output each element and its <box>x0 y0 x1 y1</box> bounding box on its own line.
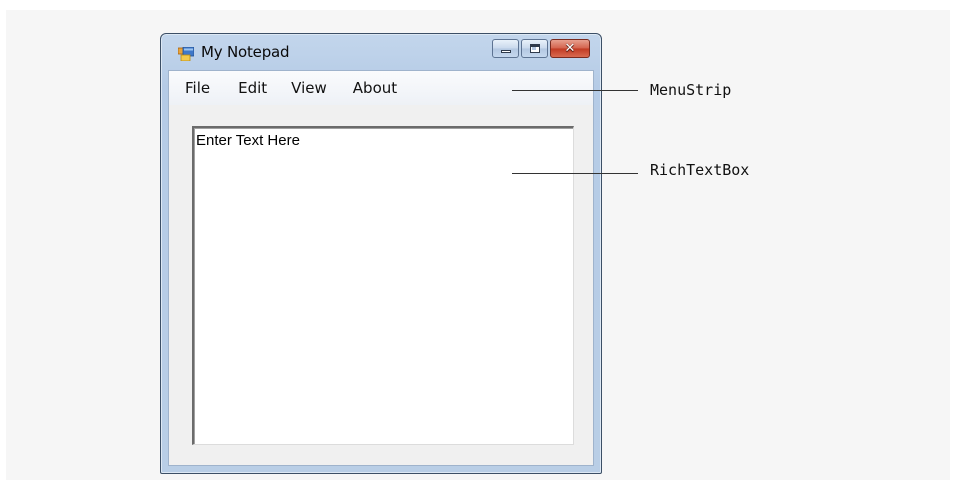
menu-item-view[interactable]: View <box>291 77 327 99</box>
menu-item-about[interactable]: About <box>353 77 397 99</box>
close-icon: ✕ <box>564 41 576 56</box>
menustrip-callout-label: MenuStrip <box>650 81 732 99</box>
menu-item-edit[interactable]: Edit <box>238 77 267 99</box>
richtextbox-callout-label: RichTextBox <box>650 161 750 179</box>
menustrip-callout-line <box>512 90 638 91</box>
maximize-button[interactable] <box>521 39 548 58</box>
minimize-icon <box>501 50 511 53</box>
menu-strip: File Edit View About <box>169 71 593 105</box>
maximize-icon <box>530 44 540 53</box>
client-area: File Edit View About Enter Text Here <box>168 70 594 466</box>
minimize-button[interactable] <box>492 39 519 58</box>
app-icon <box>178 47 194 61</box>
richtextbox-callout-line <box>512 173 638 174</box>
close-button[interactable]: ✕ <box>550 39 590 58</box>
title-bar[interactable]: My Notepad ✕ <box>161 34 601 70</box>
notepad-window: My Notepad ✕ File Edit View About Enter … <box>160 33 602 474</box>
caption-buttons: ✕ <box>492 39 590 60</box>
menu-item-file[interactable]: File <box>185 77 210 99</box>
window-title: My Notepad <box>201 43 290 61</box>
